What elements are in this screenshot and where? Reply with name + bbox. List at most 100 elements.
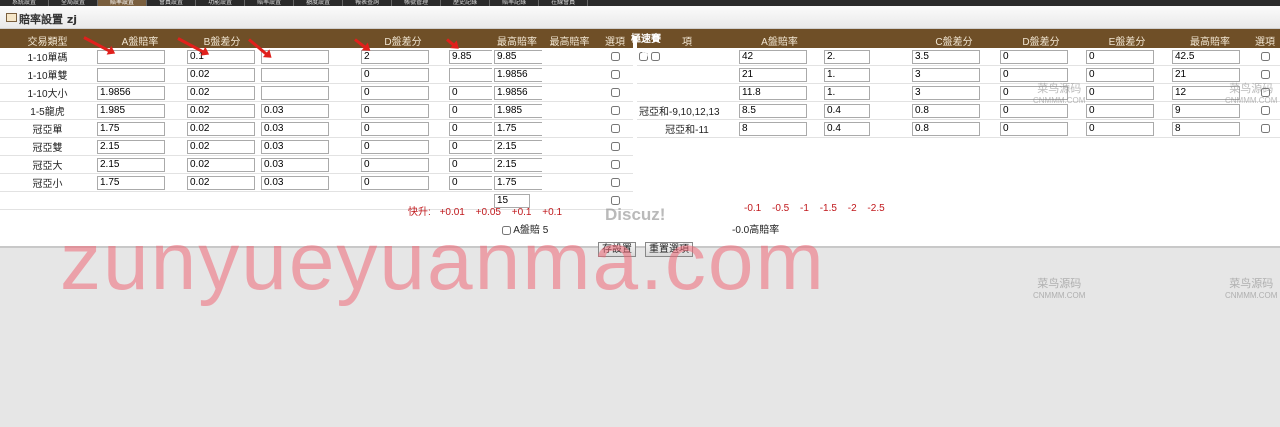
max-odds-field[interactable] bbox=[1172, 49, 1240, 64]
option-checkbox[interactable] bbox=[610, 160, 620, 170]
a-odds-field[interactable] bbox=[97, 85, 165, 100]
e-diff-field[interactable] bbox=[1086, 85, 1154, 100]
adjust-down-button[interactable]: -2.5 bbox=[867, 203, 884, 214]
adjust-up-button[interactable]: +0.1 bbox=[542, 207, 562, 218]
a-odds-field[interactable] bbox=[739, 67, 807, 82]
option-checkbox[interactable] bbox=[610, 196, 620, 206]
a-odds-field[interactable] bbox=[97, 139, 165, 154]
c-diff-field[interactable] bbox=[912, 67, 980, 82]
b-diff-field[interactable] bbox=[187, 175, 255, 190]
max-odds-field[interactable] bbox=[494, 85, 542, 100]
a-odds-field[interactable] bbox=[739, 103, 807, 118]
e-diff-field[interactable] bbox=[449, 175, 492, 190]
e-diff-field[interactable] bbox=[449, 139, 492, 154]
e-diff-field[interactable] bbox=[449, 85, 492, 100]
option-checkbox[interactable] bbox=[1260, 124, 1270, 134]
a-odds-field[interactable] bbox=[97, 121, 165, 136]
adjust-down-button[interactable]: -0.1 bbox=[744, 203, 761, 214]
c-diff-field[interactable] bbox=[261, 157, 329, 172]
max-odds-field[interactable] bbox=[494, 157, 542, 172]
e-diff-field[interactable] bbox=[1086, 49, 1154, 64]
d-diff-field[interactable] bbox=[361, 103, 429, 118]
max-odds-field[interactable] bbox=[494, 49, 542, 64]
option-checkbox[interactable] bbox=[1260, 106, 1270, 116]
adjust-down-button[interactable]: -0.5 bbox=[772, 203, 789, 214]
b-diff-field[interactable] bbox=[187, 121, 255, 136]
e-diff-field[interactable] bbox=[1086, 103, 1154, 118]
e-diff-field[interactable] bbox=[449, 157, 492, 172]
b-diff-field[interactable] bbox=[187, 49, 255, 64]
d-diff-field[interactable] bbox=[361, 121, 429, 136]
d-diff-field[interactable] bbox=[361, 67, 429, 82]
e-diff-field[interactable] bbox=[449, 121, 492, 136]
b-diff-field[interactable] bbox=[187, 67, 255, 82]
max-odds-field[interactable] bbox=[494, 139, 542, 154]
option-checkbox[interactable] bbox=[610, 124, 620, 134]
save-button[interactable]: 存設置 bbox=[598, 242, 636, 257]
c-diff-field[interactable] bbox=[261, 67, 329, 82]
a-odds-field[interactable] bbox=[97, 157, 165, 172]
b-diff-field[interactable] bbox=[187, 139, 255, 154]
adjust-down-button[interactable]: -1.5 bbox=[820, 203, 837, 214]
d-diff-field[interactable] bbox=[1000, 121, 1068, 136]
reset-button[interactable]: 重置選項 bbox=[645, 242, 693, 257]
d-diff-field[interactable] bbox=[361, 175, 429, 190]
c-diff-field[interactable] bbox=[261, 85, 329, 100]
c-diff-field[interactable] bbox=[261, 103, 329, 118]
b-diff-field[interactable] bbox=[187, 157, 255, 172]
e-diff-field[interactable] bbox=[449, 67, 492, 82]
a-odds-field[interactable] bbox=[739, 121, 807, 136]
row-label: 冠亞小 bbox=[0, 173, 95, 192]
max-odds-field[interactable] bbox=[494, 103, 542, 118]
b-diff-field[interactable] bbox=[824, 85, 870, 100]
d-diff-field[interactable] bbox=[361, 157, 429, 172]
option-checkbox[interactable] bbox=[610, 52, 620, 62]
d-diff-field[interactable] bbox=[1000, 103, 1068, 118]
c-diff-field[interactable] bbox=[261, 139, 329, 154]
site-watermark: 菜鸟源码 CNMMM.COM bbox=[1033, 278, 1086, 300]
adjust-up-button[interactable]: +0.1 bbox=[512, 207, 532, 218]
option-checkbox[interactable] bbox=[610, 70, 620, 80]
c-diff-field[interactable] bbox=[912, 49, 980, 64]
d-diff-field[interactable] bbox=[361, 139, 429, 154]
b-diff-field[interactable] bbox=[824, 49, 870, 64]
max-odds-field[interactable] bbox=[494, 67, 542, 82]
adjust-down-button[interactable]: -2 bbox=[848, 203, 857, 214]
option-checkbox[interactable] bbox=[610, 106, 620, 116]
a-mode-checkbox[interactable] bbox=[502, 225, 511, 235]
option-checkbox[interactable] bbox=[1260, 52, 1270, 62]
b-diff-field[interactable] bbox=[824, 121, 870, 136]
a-odds-field[interactable] bbox=[739, 49, 807, 64]
d-diff-field[interactable] bbox=[1000, 49, 1068, 64]
b-diff-field[interactable] bbox=[187, 103, 255, 118]
a-odds-field[interactable] bbox=[739, 85, 807, 100]
a-odds-field[interactable] bbox=[97, 67, 165, 82]
adjust-down-button[interactable]: -1 bbox=[800, 203, 809, 214]
adjust-up-button[interactable]: +0.05 bbox=[476, 207, 501, 218]
a-odds-field[interactable] bbox=[97, 103, 165, 118]
d-diff-field[interactable] bbox=[361, 49, 429, 64]
max-odds-field[interactable] bbox=[1172, 121, 1240, 136]
option-checkbox[interactable] bbox=[1260, 70, 1270, 80]
option-checkbox[interactable] bbox=[610, 88, 620, 98]
quick-adjust-label: 快升: bbox=[408, 207, 431, 218]
b-diff-field[interactable] bbox=[824, 103, 870, 118]
max-odds-field[interactable] bbox=[494, 121, 542, 136]
c-diff-field[interactable] bbox=[912, 85, 980, 100]
c-diff-field[interactable] bbox=[912, 121, 980, 136]
e-diff-field[interactable] bbox=[1086, 67, 1154, 82]
a-odds-field[interactable] bbox=[97, 175, 165, 190]
max-odds-field[interactable] bbox=[494, 175, 542, 190]
max-odds-field[interactable] bbox=[1172, 103, 1240, 118]
d-diff-field[interactable] bbox=[361, 85, 429, 100]
c-diff-field[interactable] bbox=[912, 103, 980, 118]
b-diff-field[interactable] bbox=[187, 85, 255, 100]
c-diff-field[interactable] bbox=[261, 175, 329, 190]
e-diff-field[interactable] bbox=[449, 103, 492, 118]
b-diff-field[interactable] bbox=[824, 67, 870, 82]
option-checkbox[interactable] bbox=[610, 178, 620, 188]
adjust-up-button[interactable]: +0.01 bbox=[440, 207, 465, 218]
e-diff-field[interactable] bbox=[1086, 121, 1154, 136]
c-diff-field[interactable] bbox=[261, 121, 329, 136]
option-checkbox[interactable] bbox=[610, 142, 620, 152]
